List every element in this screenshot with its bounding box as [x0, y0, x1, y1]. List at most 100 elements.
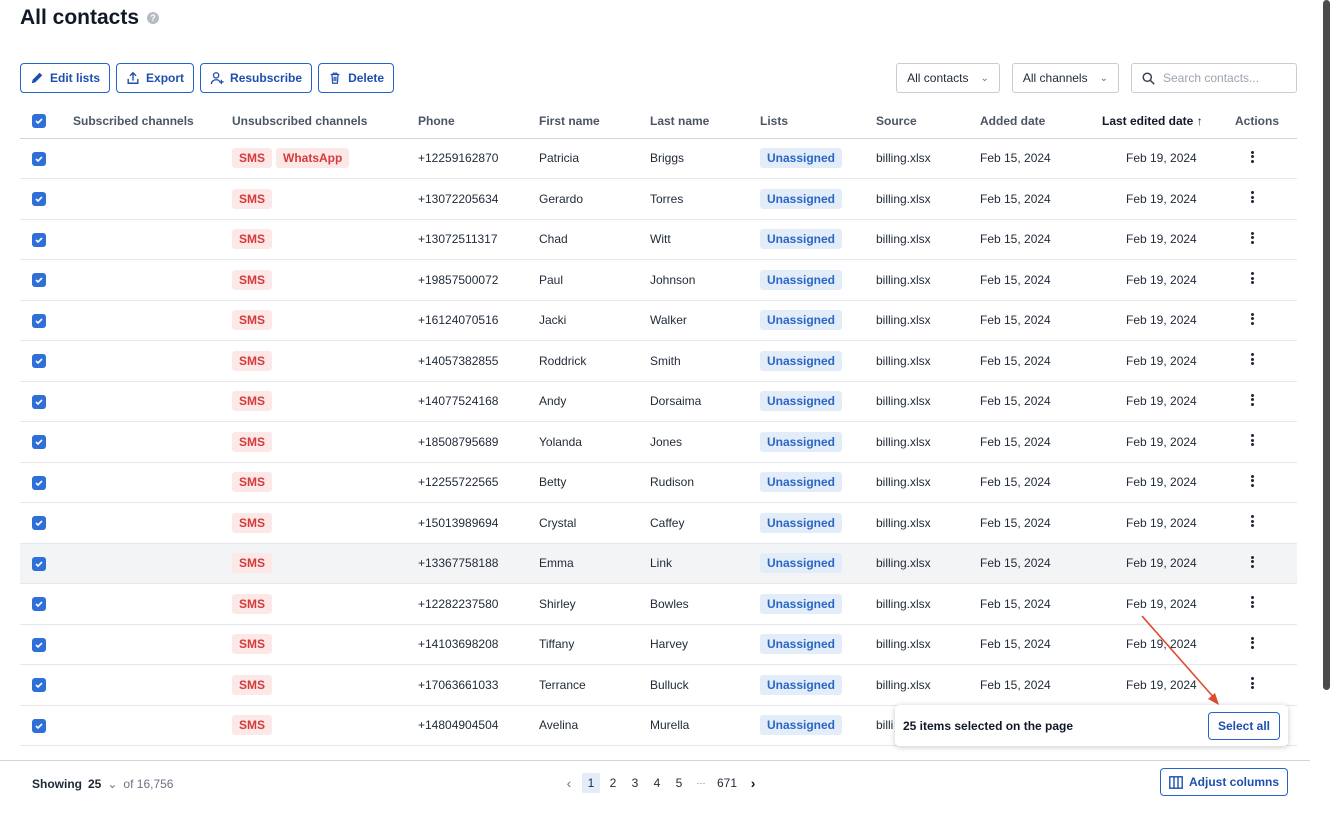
row-checkbox[interactable]	[32, 151, 46, 166]
unsubscribed-channel-badge: SMS	[232, 553, 273, 574]
first-name-header[interactable]: First name	[539, 104, 650, 139]
page-title: All contacts ?	[20, 6, 160, 30]
more-actions-icon[interactable]	[1251, 392, 1255, 407]
table-row[interactable]: SMS +12255722565 Betty Rudison Unassigned bil…	[20, 462, 1297, 503]
list-badge: Unassigned	[760, 269, 843, 290]
phone-cell: +13072511317	[418, 219, 539, 260]
table-row[interactable]: SMS +13367758188 Emma Link Unassigned billing…	[20, 543, 1297, 584]
last-edited-date-header[interactable]: Last edited date ↑	[1102, 104, 1225, 139]
lists-cell: Unassigned	[760, 462, 876, 503]
more-actions-icon[interactable]	[1251, 352, 1255, 367]
source-header[interactable]: Source	[876, 104, 980, 139]
more-actions-icon[interactable]	[1251, 271, 1255, 286]
page-button[interactable]: 3	[626, 773, 644, 793]
last-name-header[interactable]: Last name	[650, 104, 760, 139]
added-date-header[interactable]: Added date	[980, 104, 1102, 139]
row-checkbox[interactable]	[32, 232, 46, 247]
resubscribe-button[interactable]: Resubscribe	[200, 63, 313, 93]
source-cell: billing.xlsx	[876, 583, 980, 625]
more-actions-icon[interactable]	[1251, 635, 1255, 650]
table-row[interactable]: SMS +13072205634 Gerardo Torres Unassigned bi…	[20, 178, 1297, 220]
unsubscribed-channels-cell: SMS WhatsApp	[232, 138, 418, 179]
row-checkbox[interactable]	[32, 354, 46, 369]
export-label: Export	[146, 71, 185, 85]
table-row[interactable]: SMS +13072511317 Chad Witt Unassigned billing…	[20, 219, 1297, 260]
search-box[interactable]	[1131, 63, 1297, 93]
table-row[interactable]: SMS +14057382855 Roddrick Smith Unassigned bi…	[20, 340, 1297, 382]
row-checkbox[interactable]	[32, 435, 46, 450]
phone-cell: +14103698208	[418, 624, 539, 665]
subscribed-channels-cell	[73, 664, 232, 706]
table-row[interactable]: SMS +17063661033 Terrance Bulluck Unassigned…	[20, 664, 1297, 706]
chevron-down-icon: ⌄	[1099, 72, 1108, 84]
help-icon[interactable]: ?	[147, 12, 160, 24]
row-checkbox[interactable]	[32, 718, 46, 733]
page-button[interactable]: 1	[582, 773, 600, 793]
row-checkbox[interactable]	[32, 192, 46, 207]
table-row[interactable]: SMS +14103698208 Tiffany Harvey Unassigned bi…	[20, 624, 1297, 665]
table-row[interactable]: SMS WhatsApp +12259162870 Patricia Briggs Una…	[20, 138, 1297, 179]
table-row[interactable]: SMS +18508795689 Yolanda Jones Unassigned bil…	[20, 421, 1297, 463]
phone-header[interactable]: Phone	[418, 104, 539, 139]
row-checkbox[interactable]	[32, 475, 46, 490]
channels-filter-select[interactable]: All channels ⌄	[1011, 63, 1119, 93]
page-title-text: All contacts	[20, 6, 140, 29]
last-page-button[interactable]: 671	[714, 773, 740, 793]
columns-icon	[1169, 775, 1183, 789]
more-actions-icon[interactable]	[1251, 473, 1255, 488]
more-actions-icon[interactable]	[1251, 149, 1255, 164]
export-button[interactable]: Export	[116, 63, 195, 93]
phone-cell: +12259162870	[418, 138, 539, 179]
row-checkbox[interactable]	[32, 556, 46, 571]
row-checkbox[interactable]	[32, 516, 46, 531]
table-row[interactable]: SMS +15013989694 Crystal Caffey Unassigned bi…	[20, 502, 1297, 544]
row-checkbox[interactable]	[32, 273, 46, 288]
row-checkbox[interactable]	[32, 394, 46, 409]
more-actions-icon[interactable]	[1251, 311, 1255, 326]
adjust-columns-button[interactable]: Adjust columns	[1160, 768, 1289, 796]
table-header-row: Subscribed channels Unsubscribed channel…	[20, 104, 1297, 139]
lists-header[interactable]: Lists	[760, 104, 876, 139]
table-row[interactable]: SMS +16124070516 Jacki Walker Unassigned bill…	[20, 300, 1297, 341]
chevron-down-icon: ⌄	[980, 72, 989, 84]
edit-lists-button[interactable]: Edit lists	[20, 63, 111, 93]
more-actions-icon[interactable]	[1251, 514, 1255, 529]
row-checkbox[interactable]	[32, 597, 46, 612]
more-actions-icon[interactable]	[1251, 433, 1255, 448]
bulk-actions-toolbar: Edit lists Export Resubscribe Delete	[20, 63, 395, 93]
table-row[interactable]: SMS +14077524168 Andy Dorsaima Unassigned bil…	[20, 381, 1297, 422]
page-button[interactable]: 5	[670, 773, 688, 793]
contacts-filter-select[interactable]: All contacts ⌄	[896, 63, 1000, 93]
select-all-checkbox[interactable]	[32, 114, 46, 129]
select-all-header[interactable]	[20, 104, 73, 139]
table-row[interactable]: SMS +19857500072 Paul Johnson Unassigned bill…	[20, 259, 1297, 301]
edit-lists-label: Edit lists	[50, 71, 101, 85]
phone-cell: +17063661033	[418, 664, 539, 706]
lists-cell: Unassigned	[760, 705, 876, 746]
page-scrollbar[interactable]	[1323, 0, 1330, 690]
delete-button[interactable]: Delete	[318, 63, 395, 93]
added-date-cell: Feb 15, 2024	[980, 543, 1102, 584]
more-actions-icon[interactable]	[1251, 676, 1255, 691]
row-checkbox[interactable]	[32, 313, 46, 328]
subscribed-channels-header[interactable]: Subscribed channels	[73, 104, 232, 139]
unsubscribed-channels-header[interactable]: Unsubscribed channels	[232, 104, 418, 139]
page-button[interactable]: 4	[648, 773, 666, 793]
row-checkbox[interactable]	[32, 637, 46, 652]
previous-page-icon[interactable]: ‹	[560, 775, 578, 791]
source-cell: billing.xlsx	[876, 664, 980, 706]
more-actions-icon[interactable]	[1251, 230, 1255, 245]
select-all-button[interactable]: Select all	[1207, 711, 1280, 740]
next-page-icon[interactable]: ›	[744, 775, 762, 791]
table-row[interactable]: SMS +12282237580 Shirley Bowles Unassigned bi…	[20, 583, 1297, 625]
more-actions-icon[interactable]	[1251, 595, 1255, 610]
chevron-down-icon[interactable]: ⌄	[107, 777, 117, 791]
row-checkbox[interactable]	[32, 678, 46, 693]
more-actions-icon[interactable]	[1251, 190, 1255, 205]
more-actions-icon[interactable]	[1251, 554, 1255, 569]
list-badge: Unassigned	[760, 512, 843, 533]
page-button[interactable]: 2	[604, 773, 622, 793]
actions-cell	[1225, 381, 1297, 422]
search-input[interactable]	[1163, 71, 1283, 85]
page-size-select[interactable]: 25	[88, 777, 101, 791]
